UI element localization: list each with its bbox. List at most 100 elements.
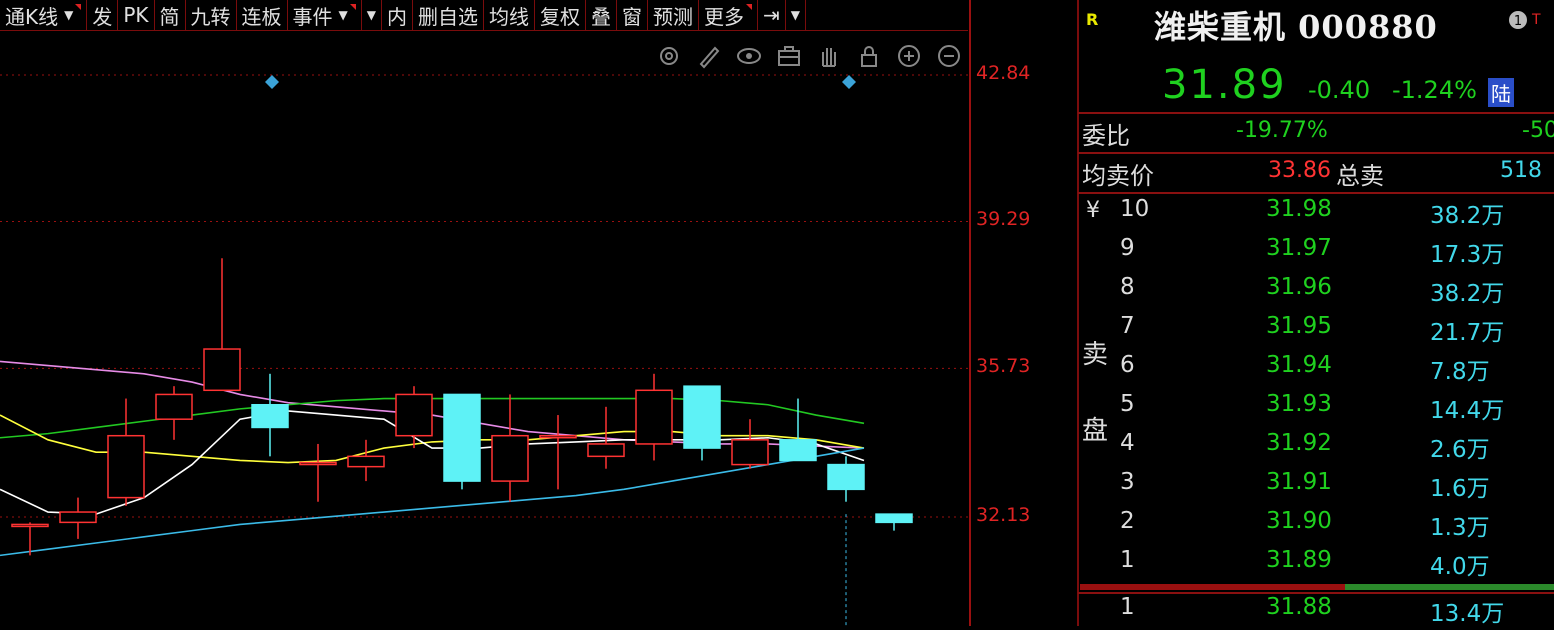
toolbar-item[interactable]: PK (118, 0, 155, 30)
toolbar-item[interactable]: 更多 (699, 0, 759, 30)
candle-body (59, 511, 97, 524)
toolbar-item-label: 通K线 (5, 4, 59, 29)
dropdown-arrow-icon[interactable]: ▼ (339, 8, 348, 22)
toolbar-item[interactable]: 均线 (484, 0, 536, 30)
sell-label-top: 卖 (1082, 340, 1109, 370)
toolbar-item[interactable]: 通K线 ▼ (0, 0, 88, 30)
toolbar-item-label: 发 (92, 4, 113, 29)
info-icon[interactable]: 1 (1508, 10, 1528, 34)
draw-pen-icon[interactable] (695, 42, 723, 70)
level-volume: 13.4万 (1430, 601, 1505, 627)
candle-body (827, 463, 865, 491)
level-volume: 38.2万 (1430, 203, 1505, 229)
level-number: 2 (1120, 508, 1135, 534)
toolbar-item-label: 预测 (653, 4, 694, 29)
level-number: 10 (1120, 196, 1150, 222)
buy-ratio-bar (1345, 584, 1554, 590)
candle-body (203, 348, 241, 392)
more-dropdown-button[interactable]: ▼ (786, 0, 807, 30)
toolbar-item[interactable]: 简 (155, 0, 186, 30)
toolbar-item[interactable]: 删自选 (413, 0, 485, 30)
r-badge: R (1086, 10, 1099, 29)
level-volume: 1.6万 (1430, 476, 1490, 502)
level-number: 8 (1120, 274, 1135, 300)
stock-title: 潍柴重机 000880 (1154, 2, 1438, 48)
level-volume: 38.2万 (1430, 281, 1505, 307)
candle-body (251, 403, 289, 429)
kline-chart-svg (0, 74, 968, 626)
level-volume: 17.3万 (1430, 242, 1505, 268)
price-tick: 35.73 (976, 355, 1031, 377)
toolbar-item[interactable]: 发 (87, 0, 119, 30)
level-number: 3 (1120, 469, 1135, 495)
candle-body (443, 393, 481, 482)
weibi-label: 委比 (1082, 122, 1130, 150)
price-change-pct: -1.24% (1392, 76, 1477, 104)
toolbar-item[interactable]: 事件 ▼ (288, 0, 362, 30)
chart-toolbar: 通K线 ▼ 发 PK 简九转 连板 事件 ▼ ▼ 内删自选 均线 复权叠窗预测 更多 ⇥ ▼ (0, 0, 968, 31)
level-price: 31.88 (1266, 594, 1332, 620)
t-mark: T (1532, 12, 1541, 28)
level-volume: 1.3万 (1430, 515, 1490, 541)
eye-icon[interactable] (735, 42, 763, 70)
toolbar-item-label: 窗 (622, 4, 643, 29)
toolbar-item-label: 均线 (489, 4, 530, 29)
level-number: 4 (1120, 430, 1135, 456)
svg-text:1: 1 (1514, 14, 1522, 29)
level-price: 31.91 (1266, 469, 1332, 495)
level-price: 31.97 (1266, 235, 1332, 261)
level-volume: 14.4万 (1430, 398, 1505, 424)
toolbar-item[interactable]: 内 (382, 0, 414, 30)
toolbar-item-label: 复权 (540, 4, 581, 29)
candle-body (491, 434, 529, 482)
kline-chart[interactable] (0, 31, 968, 626)
toolbar-item[interactable]: 连板 (237, 0, 288, 30)
divider-line (1078, 192, 1554, 194)
current-price: 31.89 (1162, 62, 1287, 108)
toolbox-icon[interactable] (775, 42, 803, 70)
event-diamond-icon (842, 75, 856, 89)
chart-tools (655, 42, 963, 70)
divider-line (1078, 152, 1554, 154)
total-sell-label: 总卖 (1336, 162, 1384, 190)
toolbar-item-label: 内 (387, 4, 408, 29)
price-tick: 42.84 (976, 62, 1031, 84)
level-price: 31.93 (1266, 391, 1332, 417)
zoom-in-icon[interactable] (895, 42, 923, 70)
toolbar-item[interactable]: 复权 (535, 0, 587, 30)
toolbar-item[interactable]: 窗 (617, 0, 649, 30)
level-number: 9 (1120, 235, 1135, 261)
price-tick: 32.13 (976, 504, 1031, 526)
candle-body (875, 513, 913, 524)
candle-body (683, 385, 721, 449)
toolbar-item[interactable]: 叠 (586, 0, 618, 30)
zoom-out-icon[interactable] (935, 42, 963, 70)
lock-icon[interactable] (855, 42, 883, 70)
level-number: 6 (1120, 352, 1135, 378)
toolbar-item[interactable]: 预测 (648, 0, 700, 30)
currency-symbol: ¥ (1086, 198, 1100, 223)
stock-code: 000880 (1298, 8, 1438, 46)
level-price: 31.90 (1266, 508, 1332, 534)
expand-panel-button[interactable]: ⇥ (758, 0, 786, 30)
hand-icon[interactable] (815, 42, 843, 70)
total-sell-value: 518 (1500, 158, 1542, 183)
level-price: 31.98 (1266, 196, 1332, 222)
level-price: 31.94 (1266, 352, 1332, 378)
toolbar-item-label: 更多 (704, 4, 745, 29)
corner-mark-icon (349, 4, 356, 10)
event-dropdown-button[interactable]: ▼ (362, 0, 383, 30)
candle-body (395, 393, 433, 437)
toolbar-item-label: 简 (159, 4, 180, 29)
toolbar-item[interactable]: 九转 (186, 0, 237, 30)
avg-sell-label: 均卖价 (1082, 162, 1154, 190)
candle-body (731, 439, 769, 466)
toolbar-item-label: 叠 (591, 4, 612, 29)
dropdown-arrow-icon[interactable]: ▼ (64, 8, 73, 22)
level-number: 1 (1120, 594, 1135, 620)
level-price: 31.89 (1266, 547, 1332, 573)
settings-icon[interactable] (655, 42, 683, 70)
candle-body (587, 443, 625, 458)
avg-sell-value: 33.86 (1268, 158, 1331, 183)
level-volume: 21.7万 (1430, 320, 1505, 346)
